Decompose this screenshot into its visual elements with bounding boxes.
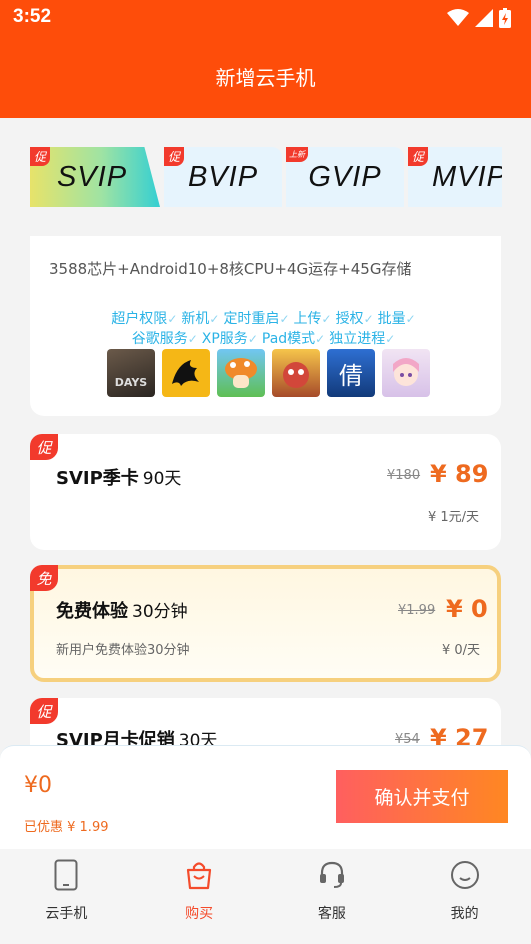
nav-label: 我的	[450, 906, 479, 922]
tab-bvip[interactable]: 促 BVIP	[164, 147, 282, 207]
price-per-day: ¥ 0/天	[442, 643, 481, 658]
monster-game-icon	[272, 349, 320, 397]
original-price: ¥1.99	[398, 603, 436, 618]
page-header: 新增云手机	[0, 36, 531, 118]
check-icon: ✓	[405, 312, 416, 326]
headset-icon	[317, 859, 347, 891]
confirm-pay-button[interactable]: 确认并支付	[336, 770, 508, 823]
plan-description: 新用户免费体验30分钟	[56, 643, 190, 658]
check-icon: ✓	[321, 312, 332, 326]
plan-card-free-trial[interactable]: 免 免费体验 30分钟 ¥1.99 ¥ 0 新用户免费体验30分钟 ¥ 0/天	[30, 565, 501, 682]
promo-badge: 促	[30, 698, 58, 724]
total-amount: ¥0	[24, 773, 52, 798]
promo-badge: 促	[164, 147, 185, 166]
price-per-day: ¥ 1元/天	[428, 510, 480, 525]
wifi-icon	[447, 9, 469, 26]
feature-item: 独立进程	[329, 331, 386, 347]
nav-item-cloud-phone[interactable]: 云手机	[0, 849, 133, 944]
status-time: 3:52	[13, 6, 52, 27]
feature-item: 超户权限	[111, 311, 168, 327]
plan-name: SVIP季卡	[56, 468, 139, 489]
feature-item: 授权	[335, 311, 364, 327]
plan-price: ¥ 0	[446, 595, 488, 623]
nav-item-buy[interactable]: 购买	[133, 849, 266, 944]
vip-tabs: 促 SVIP 促 BVIP 上新 GVIP 促 MVIP	[30, 147, 502, 207]
signal-icon	[475, 9, 493, 27]
original-price: ¥180	[387, 468, 421, 483]
payment-bar: ¥0 已优惠 ¥ 1.99 确认并支付	[0, 745, 531, 849]
plan-card-svip-quarter[interactable]: 促 SVIP季卡 90天 ¥180 ¥ 89 ¥ 1元/天	[30, 434, 501, 550]
tab-label: BVIP	[187, 160, 259, 193]
feature-item: 定时重启	[223, 311, 280, 327]
discount-text: 已优惠 ¥ 1.99	[24, 820, 109, 835]
feature-item: 批量	[377, 311, 406, 327]
check-icon: ✓	[363, 312, 374, 326]
feature-row-2: 谷歌服务✓ XP服务✓ Pad模式✓ 独立进程✓	[30, 328, 501, 348]
shopping-bag-icon	[185, 859, 213, 891]
check-icon: ✓	[187, 332, 198, 346]
tab-gvip[interactable]: 上新 GVIP	[286, 147, 404, 207]
plan-title: 免费体验 30分钟	[56, 597, 188, 623]
tab-label: MVIP	[432, 160, 502, 193]
days-game-icon: DAYS	[107, 349, 155, 397]
nav-label: 云手机	[45, 906, 88, 922]
check-icon: ✓	[209, 312, 220, 326]
feature-item: 上传	[293, 311, 322, 327]
tab-svip[interactable]: 促 SVIP	[30, 147, 160, 207]
feature-card: 3588芯片+Android10+8核CPU+4G运存+45G存储 超户权限✓ 新…	[30, 236, 501, 416]
feature-item: Pad模式	[261, 331, 316, 347]
dragon-game-icon	[162, 349, 210, 397]
page-title: 新增云手机	[215, 66, 316, 90]
tab-mvip[interactable]: 促 MVIP	[408, 147, 502, 207]
nav-item-support[interactable]: 客服	[266, 849, 399, 944]
check-icon: ✓	[279, 312, 290, 326]
nav-label: 购买	[185, 906, 214, 922]
promo-badge: 促	[408, 147, 429, 166]
new-badge: 上新	[286, 147, 308, 162]
smile-face-icon	[450, 859, 480, 891]
check-icon: ✓	[247, 332, 258, 346]
feature-item: 谷歌服务	[131, 331, 188, 347]
mushroom-game-icon	[217, 349, 265, 397]
check-icon: ✓	[167, 312, 178, 326]
qian-game-icon: 倩	[327, 349, 375, 397]
feature-row-1: 超户权限✓ 新机✓ 定时重启✓ 上传✓ 授权✓ 批量✓	[30, 308, 501, 328]
check-icon: ✓	[315, 332, 326, 346]
app-icon-row: DAYS 倩	[107, 349, 430, 397]
promo-badge: 促	[30, 147, 51, 166]
plan-duration: 30分钟	[132, 602, 188, 622]
promo-badge: 促	[30, 434, 58, 460]
plan-name: 免费体验	[56, 601, 128, 622]
tab-label: GVIP	[308, 160, 382, 193]
battery-icon	[499, 8, 511, 28]
nav-item-profile[interactable]: 我的	[398, 849, 531, 944]
system-icons	[447, 8, 511, 28]
nav-label: 客服	[317, 906, 346, 922]
bottom-nav: 云手机 购买 客服 我的	[0, 849, 531, 944]
phone-icon	[54, 859, 78, 891]
plan-title: SVIP季卡 90天	[56, 464, 181, 490]
plan-duration: 90天	[142, 469, 182, 489]
status-bar: 3:52	[0, 0, 531, 36]
anime-girl-game-icon	[382, 349, 430, 397]
spec-text: 3588芯片+Android10+8核CPU+4G运存+45G存储	[49, 260, 412, 278]
check-icon: ✓	[385, 332, 396, 346]
free-badge: 免	[30, 565, 58, 591]
feature-item: XP服务	[201, 331, 248, 347]
plan-price: ¥ 89	[430, 460, 489, 488]
tab-label: SVIP	[56, 160, 128, 193]
feature-item: 新机	[181, 311, 210, 327]
